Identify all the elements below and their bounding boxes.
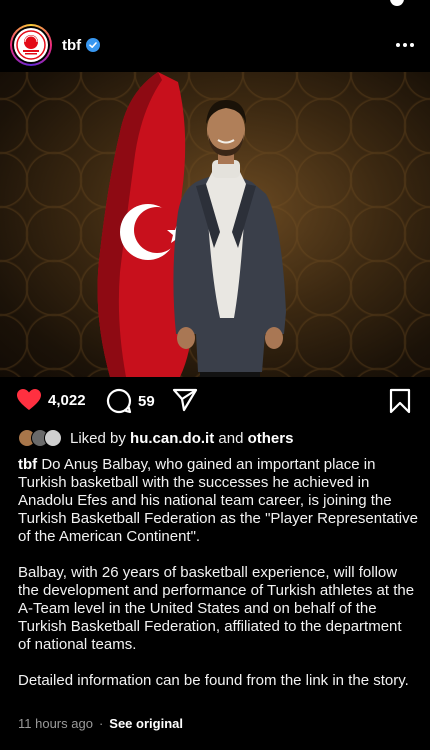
- liked-by-conjunction: and: [218, 429, 244, 447]
- post-timestamp: 11 hours ago: [18, 716, 93, 731]
- liker-avatar: [44, 429, 62, 447]
- caption-paragraph-1: tbf Do Anuş Balbay, who gained an import…: [18, 456, 418, 546]
- post-meta: 11 hours ago · See original: [18, 716, 183, 731]
- caption-text-1: Do Anuş Balbay, who gained an important …: [18, 456, 418, 545]
- post-photo-illustration: [97, 72, 286, 377]
- liked-by-row[interactable]: Liked by hu.can.do.it and others: [18, 429, 293, 447]
- comment-action[interactable]: 59: [106, 388, 155, 414]
- avatar[interactable]: [10, 24, 52, 66]
- status-bar: [0, 0, 430, 12]
- more-options-icon[interactable]: [396, 43, 414, 47]
- post-caption: tbf Do Anuş Balbay, who gained an import…: [18, 456, 418, 708]
- verified-badge-icon: [86, 38, 101, 52]
- liked-by-prefix: Liked by: [70, 429, 126, 447]
- post-username[interactable]: tbf: [62, 37, 81, 54]
- bookmark-icon[interactable]: [388, 388, 412, 414]
- status-indicator-icon: [390, 0, 404, 6]
- caption-username[interactable]: tbf: [18, 456, 37, 473]
- post-header: tbf: [0, 22, 430, 68]
- like-count[interactable]: 4,022: [48, 392, 86, 409]
- comment-count[interactable]: 59: [138, 393, 155, 410]
- post-actions: 4,022 59: [0, 388, 430, 422]
- meta-separator: ·: [98, 716, 104, 731]
- liked-by-others[interactable]: others: [248, 430, 294, 447]
- liked-by-user[interactable]: hu.can.do.it: [130, 430, 214, 447]
- caption-paragraph-2: Balbay, with 26 years of basketball expe…: [18, 564, 415, 653]
- send-icon[interactable]: [172, 388, 198, 412]
- save-action[interactable]: [388, 388, 412, 414]
- tbf-logo-icon: [14, 28, 48, 62]
- liker-avatars: [18, 429, 62, 447]
- see-original-link[interactable]: See original: [109, 716, 183, 731]
- like-action[interactable]: 4,022: [16, 388, 86, 412]
- heart-icon[interactable]: [16, 388, 42, 412]
- comment-icon[interactable]: [106, 388, 132, 414]
- caption-paragraph-3: Detailed information can be found from t…: [18, 672, 409, 689]
- share-action[interactable]: [172, 388, 198, 412]
- post-image[interactable]: [0, 72, 430, 377]
